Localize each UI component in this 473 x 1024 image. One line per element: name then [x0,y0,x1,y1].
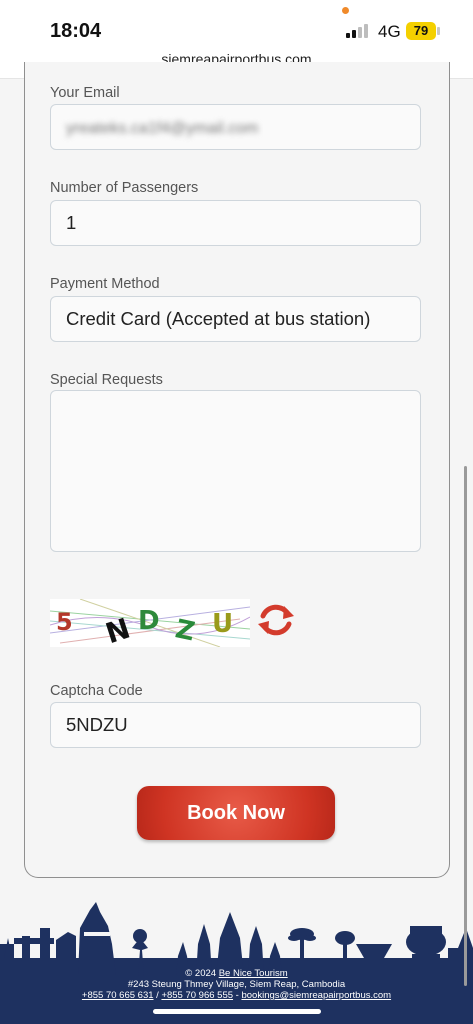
battery-icon: 79 [406,22,436,40]
scrollbar[interactable] [464,466,467,986]
network-type: 4G [378,22,401,41]
special-requests-label: Special Requests [50,372,163,388]
privacy-indicator-dot [342,7,349,14]
refresh-captcha-icon[interactable] [256,600,296,640]
payment-method-label: Payment Method [50,276,160,292]
captcha-char: 5 [56,608,73,636]
captcha-code-field[interactable]: 5NDZU [50,702,421,748]
passengers-field[interactable]: 1 [50,200,421,246]
footer-phone1-link[interactable]: +855 70 665 631 [82,990,154,1001]
site-footer: © 2024 Be Nice Tourism #243 Steung Thmey… [0,968,473,1024]
passengers-label: Number of Passengers [50,180,199,196]
battery-cap [437,27,440,35]
footer-email-link[interactable]: bookings@siemreapairportbus.com [241,990,391,1001]
captcha-char: D [138,606,160,636]
footer-company-link[interactable]: Be Nice Tourism [219,968,288,979]
footer-dash: - [235,990,239,1001]
clock: 18:04 [50,20,102,42]
cellular-signal-icon [346,24,370,38]
special-requests-textarea[interactable] [50,390,421,552]
email-label: Your Email [50,85,120,101]
captcha-code-label: Captcha Code [50,683,143,699]
home-indicator [153,1009,321,1014]
footer-address: #243 Steung Thmey Village, Siem Reap, Ca… [127,979,346,990]
footer-separator: / [156,990,159,1001]
payment-method-select[interactable]: Credit Card (Accepted at bus station) [50,296,421,342]
captcha-image: 5 N D Z U [50,599,250,647]
email-value: yreateks.ca1f4@ymail.com [66,120,259,137]
book-now-button[interactable]: Book Now [137,786,335,840]
footer-copyright: © 2024 [185,968,217,979]
captcha-char: U [212,609,233,639]
email-field[interactable]: yreateks.ca1f4@ymail.com [50,104,421,150]
footer-phone2-link[interactable]: +855 70 966 555 [161,990,233,1001]
